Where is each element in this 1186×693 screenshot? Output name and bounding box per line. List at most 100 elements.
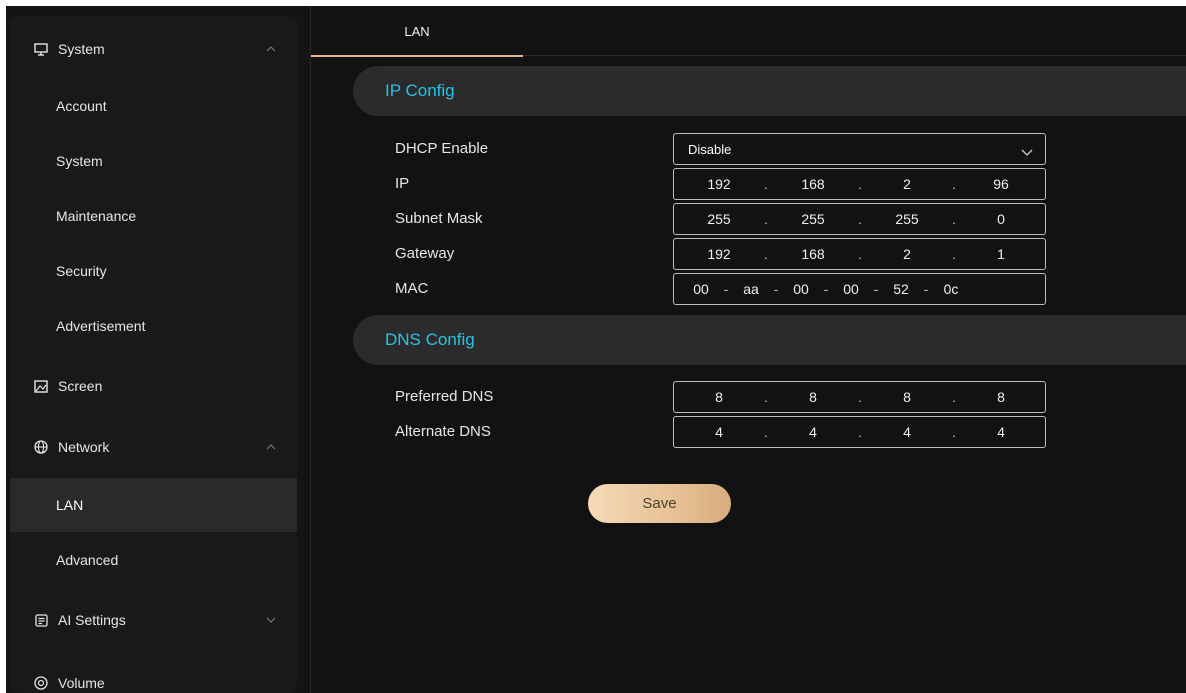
sidebar-item-label: LAN	[56, 497, 84, 513]
mac-separator: -	[873, 281, 879, 297]
ip-separator: .	[952, 211, 956, 227]
mac-separator: -	[773, 281, 779, 297]
gateway-field[interactable]: 192 . 168 . 2 . 1	[673, 238, 1046, 270]
sidebar-item-advanced[interactable]: Advanced	[10, 533, 297, 587]
ip-octet-1[interactable]: 192	[686, 176, 752, 192]
ip-separator: .	[858, 176, 862, 192]
alternate-dns-octet-3[interactable]: 4	[874, 424, 940, 440]
subnet-octet-4[interactable]: 0	[968, 211, 1034, 227]
tab-active-indicator	[311, 55, 523, 57]
ai-chip-icon	[34, 613, 48, 627]
volume-icon	[34, 676, 48, 690]
ip-separator: .	[858, 211, 862, 227]
sidebar-item-account[interactable]: Account	[10, 79, 297, 133]
ip-separator: .	[764, 389, 768, 405]
preferred-dns-octet-4[interactable]: 8	[968, 389, 1034, 405]
sidebar-item-label: System	[56, 153, 103, 169]
app-frame: System Account System Maintenance Securi…	[6, 6, 1186, 693]
mac-segment-2[interactable]: aa	[736, 281, 766, 297]
sidebar-group-network[interactable]: Network	[10, 420, 297, 474]
sidebar-item-label: Maintenance	[56, 208, 137, 224]
gateway-octet-4[interactable]: 1	[968, 246, 1034, 262]
mac-separator: -	[723, 281, 729, 297]
sidebar-group-label: Network	[58, 439, 110, 455]
ip-octet-4[interactable]: 96	[968, 176, 1034, 192]
alternate-dns-octet-1[interactable]: 4	[686, 424, 752, 440]
ip-octet-2[interactable]: 168	[780, 176, 846, 192]
sidebar-item-system[interactable]: System	[10, 134, 297, 188]
gateway-octet-3[interactable]: 2	[874, 246, 940, 262]
dhcp-selected-value: Disable	[688, 142, 732, 157]
ip-address-field[interactable]: 192 . 168 . 2 . 96	[673, 168, 1046, 200]
gateway-octet-2[interactable]: 168	[780, 246, 846, 262]
sidebar-item-label: Security	[56, 263, 107, 279]
subnet-octet-3[interactable]: 255	[874, 211, 940, 227]
sidebar-item-label: Account	[56, 98, 107, 114]
sidebar-item-label: Advanced	[56, 552, 119, 568]
subnet-mask-field[interactable]: 255 . 255 . 255 . 0	[673, 203, 1046, 235]
ip-octet-3[interactable]: 2	[874, 176, 940, 192]
ip-separator: .	[952, 246, 956, 262]
preferred-dns-field[interactable]: 8 . 8 . 8 . 8	[673, 381, 1046, 413]
ip-separator: .	[858, 424, 862, 440]
section-title: IP Config	[385, 81, 455, 100]
preferred-dns-octet-3[interactable]: 8	[874, 389, 940, 405]
gateway-octet-1[interactable]: 192	[686, 246, 752, 262]
sidebar-group-label: AI Settings	[58, 612, 126, 628]
sidebar-group-ai-settings[interactable]: AI Settings	[10, 593, 297, 647]
sidebar-item-security[interactable]: Security	[10, 244, 297, 298]
mac-label: MAC	[395, 280, 429, 297]
mac-segment-1[interactable]: 00	[686, 281, 716, 297]
mac-address-field[interactable]: 00 - aa - 00 - 00 - 52 - 0c	[673, 273, 1046, 305]
alternate-dns-octet-2[interactable]: 4	[780, 424, 846, 440]
sidebar-group-system[interactable]: System	[10, 22, 297, 76]
ip-separator: .	[764, 176, 768, 192]
dns-config-header: DNS Config	[353, 315, 1186, 365]
dhcp-select[interactable]: Disable	[673, 133, 1046, 165]
ip-config-header: IP Config	[353, 66, 1186, 116]
main-content: LAN IP Config DHCP Enable Disable IP 192…	[310, 6, 1186, 693]
ip-separator: .	[952, 424, 956, 440]
chevron-down-icon	[1021, 144, 1033, 156]
dhcp-label: DHCP Enable	[395, 140, 489, 157]
tab-bar: LAN	[311, 6, 1186, 57]
subnet-mask-label: Subnet Mask	[395, 210, 483, 227]
tab-label: LAN	[404, 23, 430, 39]
globe-icon	[34, 440, 48, 454]
subnet-octet-2[interactable]: 255	[780, 211, 846, 227]
chevron-up-icon	[265, 43, 277, 55]
chevron-down-icon	[265, 614, 277, 626]
save-button[interactable]: Save	[588, 484, 731, 523]
alternate-dns-field[interactable]: 4 . 4 . 4 . 4	[673, 416, 1046, 448]
tab-lan[interactable]: LAN	[311, 6, 523, 57]
alternate-dns-octet-4[interactable]: 4	[968, 424, 1034, 440]
sidebar-item-advertisement[interactable]: Advertisement	[10, 299, 297, 353]
sidebar-group-screen[interactable]: Screen	[10, 359, 297, 413]
ip-separator: .	[952, 176, 956, 192]
sidebar: System Account System Maintenance Securi…	[6, 6, 310, 693]
mac-segment-5[interactable]: 52	[886, 281, 916, 297]
mac-segment-3[interactable]: 00	[786, 281, 816, 297]
ip-separator: .	[764, 246, 768, 262]
section-title: DNS Config	[385, 330, 475, 349]
chevron-up-icon	[265, 441, 277, 453]
mac-separator: -	[823, 281, 829, 297]
sidebar-item-lan[interactable]: LAN	[10, 478, 297, 532]
image-icon	[34, 379, 48, 393]
ip-separator: .	[764, 424, 768, 440]
mac-segment-4[interactable]: 00	[836, 281, 866, 297]
mac-segment-6[interactable]: 0c	[936, 281, 966, 297]
sidebar-group-label: System	[58, 41, 105, 57]
subnet-octet-1[interactable]: 255	[686, 211, 752, 227]
preferred-dns-octet-2[interactable]: 8	[780, 389, 846, 405]
sidebar-item-maintenance[interactable]: Maintenance	[10, 189, 297, 243]
sidebar-item-label: Advertisement	[56, 318, 146, 334]
sidebar-group-label: Screen	[58, 378, 103, 394]
monitor-icon	[34, 42, 48, 56]
sidebar-group-volume[interactable]: Volume	[10, 656, 297, 693]
gateway-label: Gateway	[395, 245, 455, 262]
ip-separator: .	[764, 211, 768, 227]
preferred-dns-octet-1[interactable]: 8	[686, 389, 752, 405]
alternate-dns-label: Alternate DNS	[395, 423, 491, 440]
ip-separator: .	[858, 389, 862, 405]
